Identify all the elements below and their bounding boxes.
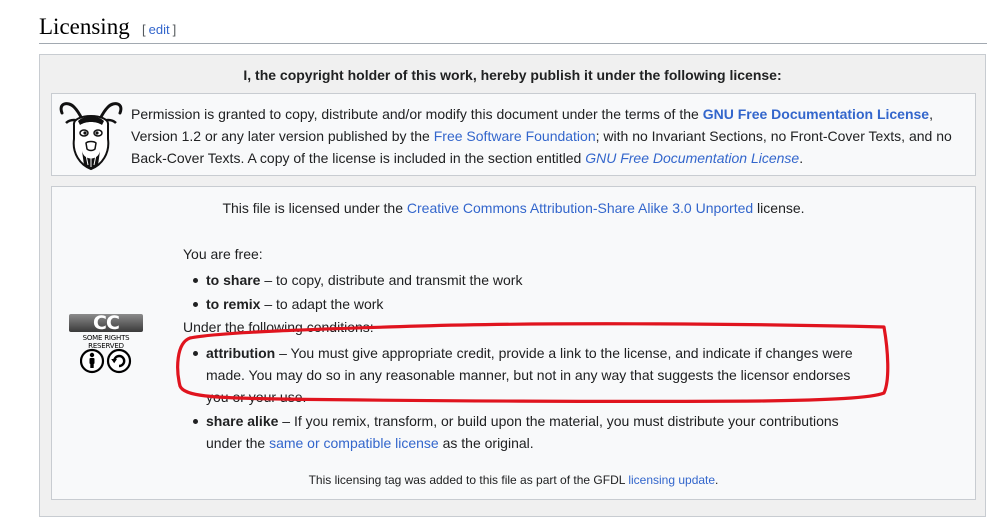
- gfdl-section-link[interactable]: GNU Free Documentation License: [585, 150, 799, 166]
- cc-intro: This file is licensed under the Creative…: [52, 200, 975, 216]
- footer-prefix: This licensing tag was added to this fil…: [308, 473, 629, 487]
- fsf-link[interactable]: Free Software Foundation: [434, 128, 596, 144]
- condition-desc: – You must give appropriate credit, prov…: [206, 345, 853, 405]
- condition-text: attribution – You must give appropriate …: [206, 342, 876, 408]
- edit-link[interactable]: edit: [146, 22, 173, 37]
- attribution-icon: [80, 348, 105, 374]
- gfdl-text-part: Permission is granted to copy, distribut…: [131, 106, 703, 122]
- cc-logo: CC SOME RIGHTS RESERVED: [65, 312, 147, 376]
- bullet-dot: [193, 302, 198, 307]
- copyright-statement: I, the copyright holder of this work, he…: [243, 67, 782, 83]
- condition-term: attribution: [206, 345, 276, 361]
- condition-suffix: as the original.: [438, 435, 534, 451]
- cc-license-box: This file is licensed under the Creative…: [51, 186, 976, 500]
- gfdl-link[interactable]: GNU Free Documentation License: [703, 106, 929, 122]
- bullet-dot: [193, 278, 198, 283]
- footer-suffix: .: [715, 473, 719, 487]
- edit-bracket-close: ]: [172, 22, 177, 37]
- gfdl-text: Permission is granted to copy, distribut…: [131, 103, 961, 169]
- licensing-footer: This licensing tag was added to this fil…: [52, 473, 975, 487]
- bullet-dot: [193, 419, 198, 424]
- freedom-desc: – to adapt the work: [260, 296, 384, 312]
- cc-by-sa-link[interactable]: Creative Commons Attribution-Share Alike…: [407, 200, 753, 216]
- section-heading: Licensing [edit]: [39, 12, 987, 44]
- condition-text: share alike – If you remix, transform, o…: [206, 410, 876, 454]
- gfdl-text-part: .: [799, 150, 804, 166]
- freedom-text: to remix – to adapt the work: [206, 293, 876, 315]
- conditions-label: Under the following conditions:: [183, 319, 374, 335]
- cc-intro-suffix: license.: [753, 200, 805, 216]
- freedom-term: to remix: [206, 296, 261, 312]
- share-alike-icon: [106, 348, 132, 374]
- freedom-text: to share – to copy, distribute and trans…: [206, 269, 876, 291]
- freedom-term: to share: [206, 272, 261, 288]
- compatible-license-link[interactable]: same or compatible license: [269, 435, 439, 451]
- bullet-dot: [193, 351, 198, 356]
- gnu-head-icon: [59, 102, 123, 171]
- cc-condition-icons: [80, 348, 132, 374]
- gfdl-license-box: Permission is granted to copy, distribut…: [51, 93, 976, 176]
- cc-intro-prefix: This file is licensed under the: [222, 200, 407, 216]
- cc-logo-letters: CC: [93, 312, 120, 334]
- free-label: You are free:: [183, 246, 263, 262]
- edit-section: [edit]: [142, 22, 176, 37]
- condition-term: share alike: [206, 413, 279, 429]
- licensing-update-link[interactable]: licensing update: [628, 473, 715, 487]
- section-title: Licensing: [39, 14, 130, 39]
- freedom-desc: – to copy, distribute and transmit the w…: [260, 272, 523, 288]
